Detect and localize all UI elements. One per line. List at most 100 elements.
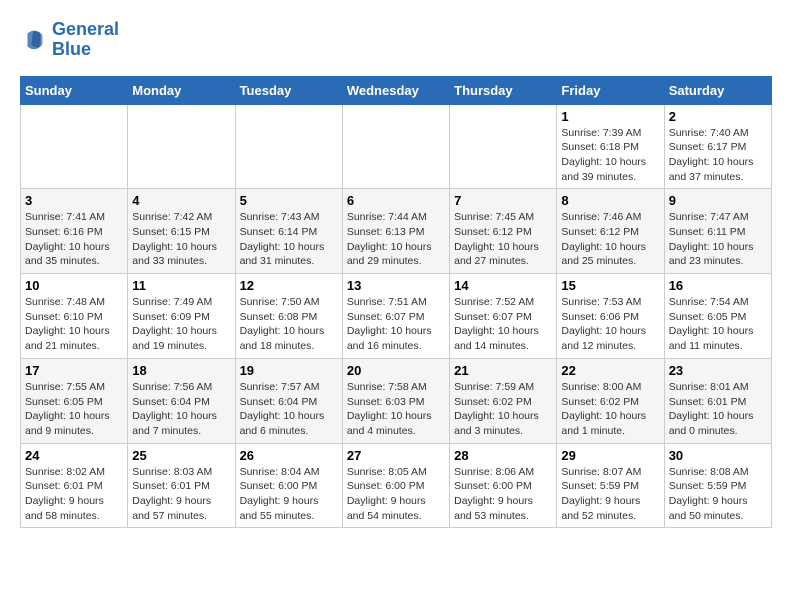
day-info: Sunrise: 8:08 AM Sunset: 5:59 PM Dayligh… [669,465,767,524]
logo-icon [20,26,48,54]
day-info: Sunrise: 7:40 AM Sunset: 6:17 PM Dayligh… [669,126,767,185]
day-number: 16 [669,278,767,293]
calendar-cell: 15 Sunrise: 7:53 AM Sunset: 6:06 PM Dayli… [557,274,664,359]
day-info: Sunrise: 7:46 AM Sunset: 6:12 PM Dayligh… [561,210,659,269]
day-number: 6 [347,193,445,208]
day-info: Sunrise: 8:07 AM Sunset: 5:59 PM Dayligh… [561,465,659,524]
day-number: 29 [561,448,659,463]
calendar-cell: 21Sunrise: 7:59 AM Sunset: 6:02 PM Dayli… [450,358,557,443]
weekday-header-friday: Friday [557,76,664,104]
weekday-header-sunday: Sunday [21,76,128,104]
calendar-cell [21,104,128,189]
calendar-cell: 5Sunrise: 7:43 AM Sunset: 6:14 PM Daylig… [235,189,342,274]
day-number: 27 [347,448,445,463]
calendar-header: SundayMondayTuesdayWednesdayThursdayFrid… [21,76,772,104]
weekday-header-wednesday: Wednesday [342,76,449,104]
weekday-header-monday: Monday [128,76,235,104]
calendar-cell: 6Sunrise: 7:44 AM Sunset: 6:13 PM Daylig… [342,189,449,274]
calendar-cell: 16 Sunrise: 7:54 AM Sunset: 6:05 PM Dayli… [664,274,771,359]
day-number: 15 [561,278,659,293]
logo-text: General Blue [52,20,119,60]
calendar-cell: 10 Sunrise: 7:48 AM Sunset: 6:10 PM Dayli… [21,274,128,359]
logo: General Blue [20,20,119,60]
calendar-cell [128,104,235,189]
day-number: 10 [25,278,123,293]
calendar-cell: 24 Sunrise: 8:02 AM Sunset: 6:01 PM Dayli… [21,443,128,528]
day-info: Sunrise: 7:57 AM Sunset: 6:04 PM Dayligh… [240,380,338,439]
day-info: Sunrise: 7:48 AM Sunset: 6:10 PM Dayligh… [25,295,123,354]
calendar-cell: 23Sunrise: 8:01 AM Sunset: 6:01 PM Dayli… [664,358,771,443]
week-row-5: 24 Sunrise: 8:02 AM Sunset: 6:01 PM Dayli… [21,443,772,528]
day-info: Sunrise: 8:03 AM Sunset: 6:01 PM Dayligh… [132,465,230,524]
calendar-cell: 14 Sunrise: 7:52 AM Sunset: 6:07 PM Dayli… [450,274,557,359]
day-info: Sunrise: 8:06 AM Sunset: 6:00 PM Dayligh… [454,465,552,524]
weekday-header-tuesday: Tuesday [235,76,342,104]
day-number: 19 [240,363,338,378]
day-info: Sunrise: 8:00 AM Sunset: 6:02 PM Dayligh… [561,380,659,439]
day-info: Sunrise: 7:50 AM Sunset: 6:08 PM Dayligh… [240,295,338,354]
day-info: Sunrise: 8:01 AM Sunset: 6:01 PM Dayligh… [669,380,767,439]
day-number: 4 [132,193,230,208]
calendar-cell: 2 Sunrise: 7:40 AM Sunset: 6:17 PM Daylig… [664,104,771,189]
day-info: Sunrise: 7:53 AM Sunset: 6:06 PM Dayligh… [561,295,659,354]
day-info: Sunrise: 7:59 AM Sunset: 6:02 PM Dayligh… [454,380,552,439]
day-number: 11 [132,278,230,293]
day-number: 2 [669,109,767,124]
day-number: 26 [240,448,338,463]
day-info: Sunrise: 8:02 AM Sunset: 6:01 PM Dayligh… [25,465,123,524]
day-info: Sunrise: 8:05 AM Sunset: 6:00 PM Dayligh… [347,465,445,524]
day-info: Sunrise: 7:54 AM Sunset: 6:05 PM Dayligh… [669,295,767,354]
calendar-cell: 4 Sunrise: 7:42 AM Sunset: 6:15 PM Daylig… [128,189,235,274]
calendar-cell: 12 Sunrise: 7:50 AM Sunset: 6:08 PM Dayli… [235,274,342,359]
day-number: 13 [347,278,445,293]
calendar-cell: 17 Sunrise: 7:55 AM Sunset: 6:05 PM Dayli… [21,358,128,443]
week-row-2: 3Sunrise: 7:41 AM Sunset: 6:16 PM Daylig… [21,189,772,274]
week-row-1: 1 Sunrise: 7:39 AM Sunset: 6:18 PM Daylig… [21,104,772,189]
weekday-header-thursday: Thursday [450,76,557,104]
calendar-cell: 30Sunrise: 8:08 AM Sunset: 5:59 PM Dayli… [664,443,771,528]
page-header: General Blue [20,20,772,60]
day-number: 9 [669,193,767,208]
day-number: 1 [561,109,659,124]
day-number: 14 [454,278,552,293]
calendar-cell [235,104,342,189]
calendar-cell: 27 Sunrise: 8:05 AM Sunset: 6:00 PM Dayli… [342,443,449,528]
day-info: Sunrise: 7:55 AM Sunset: 6:05 PM Dayligh… [25,380,123,439]
calendar-cell: 26Sunrise: 8:04 AM Sunset: 6:00 PM Dayli… [235,443,342,528]
calendar-cell: 1 Sunrise: 7:39 AM Sunset: 6:18 PM Daylig… [557,104,664,189]
calendar-cell: 13 Sunrise: 7:51 AM Sunset: 6:07 PM Dayli… [342,274,449,359]
day-number: 20 [347,363,445,378]
calendar-body: 1 Sunrise: 7:39 AM Sunset: 6:18 PM Daylig… [21,104,772,528]
calendar-cell: 25Sunrise: 8:03 AM Sunset: 6:01 PM Dayli… [128,443,235,528]
calendar-cell: 20 Sunrise: 7:58 AM Sunset: 6:03 PM Dayli… [342,358,449,443]
week-row-3: 10 Sunrise: 7:48 AM Sunset: 6:10 PM Dayli… [21,274,772,359]
day-info: Sunrise: 7:52 AM Sunset: 6:07 PM Dayligh… [454,295,552,354]
day-info: Sunrise: 7:39 AM Sunset: 6:18 PM Dayligh… [561,126,659,185]
day-info: Sunrise: 7:47 AM Sunset: 6:11 PM Dayligh… [669,210,767,269]
day-info: Sunrise: 7:49 AM Sunset: 6:09 PM Dayligh… [132,295,230,354]
calendar-cell: 18Sunrise: 7:56 AM Sunset: 6:04 PM Dayli… [128,358,235,443]
day-info: Sunrise: 7:51 AM Sunset: 6:07 PM Dayligh… [347,295,445,354]
calendar-cell: 9 Sunrise: 7:47 AM Sunset: 6:11 PM Daylig… [664,189,771,274]
calendar-cell [342,104,449,189]
calendar-cell: 22 Sunrise: 8:00 AM Sunset: 6:02 PM Dayli… [557,358,664,443]
calendar-cell: 29 Sunrise: 8:07 AM Sunset: 5:59 PM Dayli… [557,443,664,528]
calendar-cell [450,104,557,189]
day-info: Sunrise: 7:58 AM Sunset: 6:03 PM Dayligh… [347,380,445,439]
day-number: 7 [454,193,552,208]
day-number: 12 [240,278,338,293]
day-number: 24 [25,448,123,463]
day-number: 5 [240,193,338,208]
day-info: Sunrise: 7:41 AM Sunset: 6:16 PM Dayligh… [25,210,123,269]
calendar-cell: 11 Sunrise: 7:49 AM Sunset: 6:09 PM Dayli… [128,274,235,359]
weekday-header-row: SundayMondayTuesdayWednesdayThursdayFrid… [21,76,772,104]
day-number: 28 [454,448,552,463]
day-number: 17 [25,363,123,378]
calendar-cell: 3Sunrise: 7:41 AM Sunset: 6:16 PM Daylig… [21,189,128,274]
calendar-cell: 28 Sunrise: 8:06 AM Sunset: 6:00 PM Dayli… [450,443,557,528]
calendar-table: SundayMondayTuesdayWednesdayThursdayFrid… [20,76,772,529]
day-info: Sunrise: 7:42 AM Sunset: 6:15 PM Dayligh… [132,210,230,269]
day-number: 22 [561,363,659,378]
calendar-cell: 19 Sunrise: 7:57 AM Sunset: 6:04 PM Dayli… [235,358,342,443]
calendar-cell: 7Sunrise: 7:45 AM Sunset: 6:12 PM Daylig… [450,189,557,274]
